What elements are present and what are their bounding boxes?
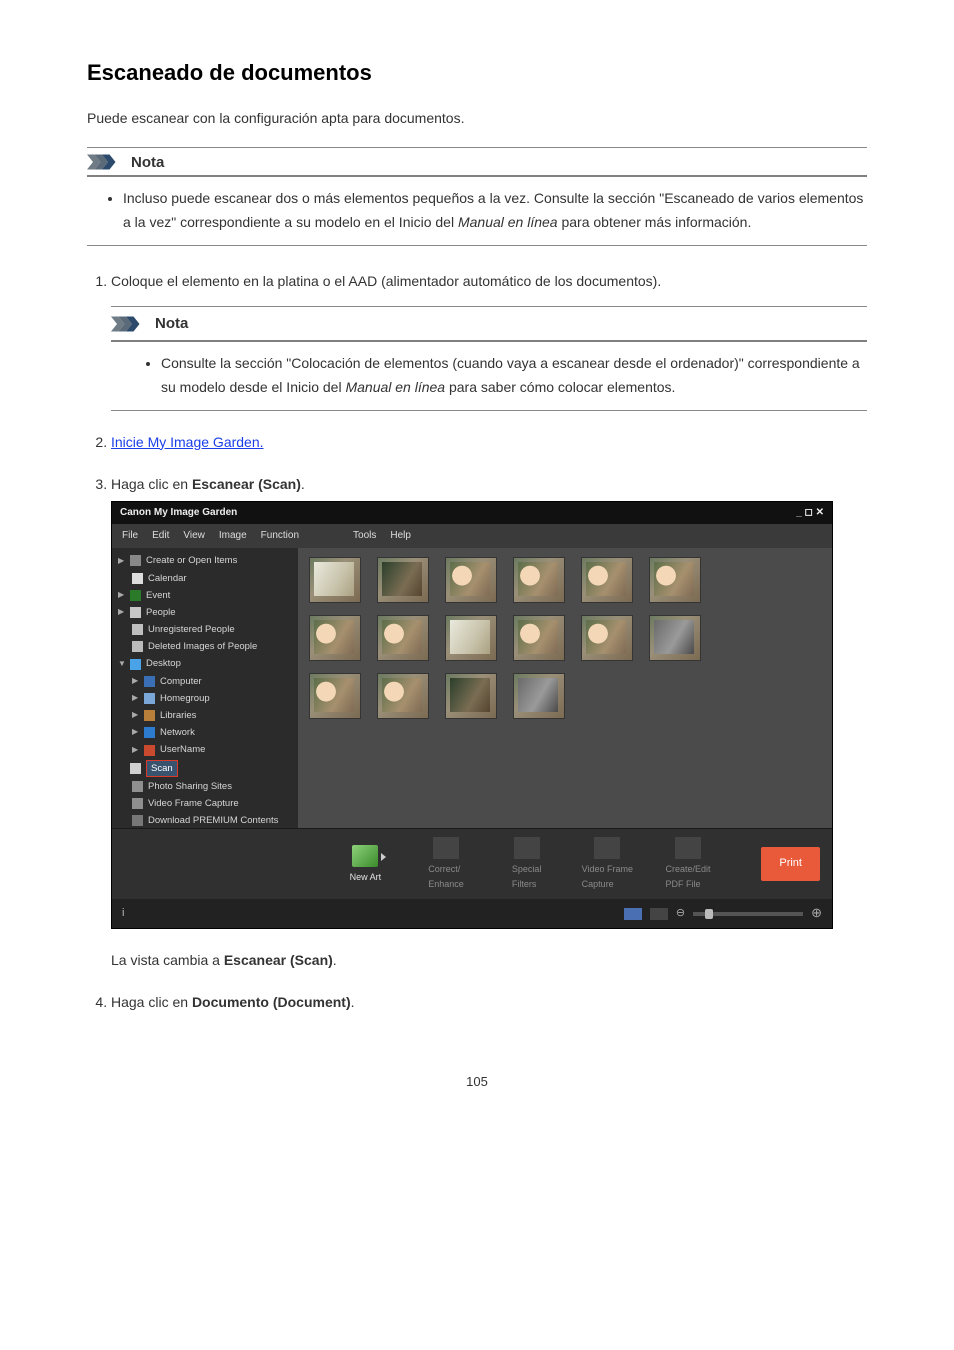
thumbnail[interactable]	[514, 558, 564, 602]
app-window: Canon My Image Garden _ ◻ ✕ File Edit Vi…	[111, 501, 833, 929]
sidebar-item-username[interactable]: ▶UserName	[112, 741, 298, 758]
thumbnail-grid	[298, 548, 832, 828]
sidebar-item-homegroup[interactable]: ▶Homegroup	[112, 690, 298, 707]
menu-view[interactable]: View	[183, 528, 205, 544]
chevrons-icon	[111, 315, 147, 333]
sidebar-item-computer[interactable]: ▶Computer	[112, 673, 298, 690]
titlebar: Canon My Image Garden _ ◻ ✕	[112, 502, 832, 524]
menu-edit[interactable]: Edit	[152, 528, 169, 544]
menu-function[interactable]: Function	[261, 528, 299, 544]
view-toggle-grid[interactable]	[624, 908, 642, 920]
step-4: Haga clic en Documento (Document).	[111, 991, 867, 1013]
sidebar-item-dpc[interactable]: Download PREMIUM Contents	[112, 812, 298, 828]
thumbnail[interactable]	[310, 616, 360, 660]
sidebar-item-calendar[interactable]: Calendar	[112, 570, 298, 587]
sidebar-item-event[interactable]: ▶Event	[112, 587, 298, 604]
sidebar-item-deleted[interactable]: Deleted Images of People	[112, 638, 298, 655]
thumbnail[interactable]	[582, 616, 632, 660]
print-button[interactable]: Print	[761, 847, 820, 881]
thumbnail[interactable]	[650, 558, 700, 602]
step-3: Haga clic en Escanear (Scan). Canon My I…	[111, 473, 867, 971]
thumbnail[interactable]	[582, 558, 632, 602]
sidebar-item-people[interactable]: ▶People	[112, 604, 298, 621]
zoom-out-icon[interactable]: ⊖	[676, 905, 685, 923]
step4-post: .	[351, 994, 355, 1010]
status-info[interactable]: i	[122, 905, 124, 923]
note2-em: Manual en línea	[345, 379, 445, 395]
filters-icon	[514, 837, 540, 859]
toolbar-new-art[interactable]: New Art	[336, 845, 395, 884]
sidebar-item-desktop[interactable]: ▼Desktop	[112, 655, 298, 672]
menu-help[interactable]: Help	[390, 528, 411, 544]
view-toggle-list[interactable]	[650, 908, 668, 920]
note2-item: Consulte la sección "Colocación de eleme…	[161, 352, 867, 400]
window-controls[interactable]: _ ◻ ✕	[796, 505, 824, 521]
note-block-2: Nota Consulte la sección "Colocación de …	[111, 306, 867, 411]
sidebar-item-scan[interactable]: Scan	[112, 759, 298, 778]
sidebar-item-create[interactable]: ▶Create or Open Items	[112, 552, 298, 569]
step4-strong: Documento (Document)	[192, 994, 351, 1010]
thumbnail[interactable]	[514, 616, 564, 660]
sidebar-item-pss[interactable]: Photo Sharing Sites	[112, 778, 298, 795]
correct-icon	[433, 837, 459, 859]
menu-file[interactable]: File	[122, 528, 138, 544]
menu-tools[interactable]: Tools	[353, 528, 376, 544]
thumbnail[interactable]	[310, 558, 360, 602]
toolbar-pdf[interactable]: Create/Edit PDF File	[659, 837, 718, 891]
steps-list: Coloque el elemento en la platina o el A…	[87, 270, 867, 1014]
zoom-slider[interactable]	[693, 912, 803, 916]
menu-image[interactable]: Image	[219, 528, 247, 544]
step-1: Coloque el elemento en la platina o el A…	[111, 270, 867, 411]
toolbar: New Art Correct/ Enhance Special Filters…	[112, 828, 832, 899]
step2-link[interactable]: Inicie My Image Garden.	[111, 434, 264, 450]
page-title: Escaneado de documentos	[87, 60, 867, 86]
note-label: Nota	[131, 154, 867, 171]
toolbar-correct[interactable]: Correct/ Enhance	[417, 837, 476, 891]
sidebar-item-unregistered[interactable]: Unregistered People	[112, 621, 298, 638]
step3-strong: Escanear (Scan)	[192, 476, 301, 492]
thumbnail[interactable]	[378, 674, 428, 718]
thumbnail[interactable]	[650, 616, 700, 660]
thumbnail[interactable]	[310, 674, 360, 718]
step-2: Inicie My Image Garden.	[111, 431, 867, 453]
sidebar: ▶Create or Open Items Calendar ▶Event ▶P…	[112, 548, 298, 828]
note-label: Nota	[155, 312, 867, 336]
page-number: 105	[87, 1074, 867, 1089]
sidebar-item-libraries[interactable]: ▶Libraries	[112, 707, 298, 724]
step4-pre: Haga clic en	[111, 994, 192, 1010]
zoom-in-icon[interactable]: ⊕	[811, 903, 822, 924]
menubar: File Edit View Image Function Tools Help	[112, 524, 832, 548]
toolbar-video[interactable]: Video Frame Capture	[578, 837, 637, 891]
note1-em: Manual en línea	[458, 214, 558, 230]
sidebar-item-network[interactable]: ▶Network	[112, 724, 298, 741]
statusbar: i ⊖ ⊕	[112, 899, 832, 928]
pdf-icon	[675, 837, 701, 859]
note2-post: para saber cómo colocar elementos.	[445, 379, 675, 395]
sidebar-item-vfc[interactable]: Video Frame Capture	[112, 795, 298, 812]
intro-text: Puede escanear con la configuración apta…	[87, 108, 867, 129]
video-icon	[594, 837, 620, 859]
after-image-text: La vista cambia a Escanear (Scan).	[111, 949, 867, 971]
note1-item: Incluso puede escanear dos o más element…	[123, 187, 867, 235]
thumbnail[interactable]	[446, 558, 496, 602]
app-title: Canon My Image Garden	[120, 505, 237, 521]
note1-post: para obtener más información.	[558, 214, 752, 230]
thumbnail[interactable]	[446, 674, 496, 718]
step3-pre: Haga clic en	[111, 476, 192, 492]
thumbnail[interactable]	[514, 674, 564, 718]
thumbnail[interactable]	[378, 616, 428, 660]
step3-post: .	[301, 476, 305, 492]
thumbnail[interactable]	[378, 558, 428, 602]
thumbnail[interactable]	[446, 616, 496, 660]
chevrons-icon	[87, 153, 123, 171]
step1-text: Coloque el elemento en la platina o el A…	[111, 273, 661, 289]
toolbar-special[interactable]: Special Filters	[497, 837, 556, 891]
note-block-1: Nota Incluso puede escanear dos o más el…	[87, 147, 867, 246]
new-art-icon	[352, 845, 378, 867]
